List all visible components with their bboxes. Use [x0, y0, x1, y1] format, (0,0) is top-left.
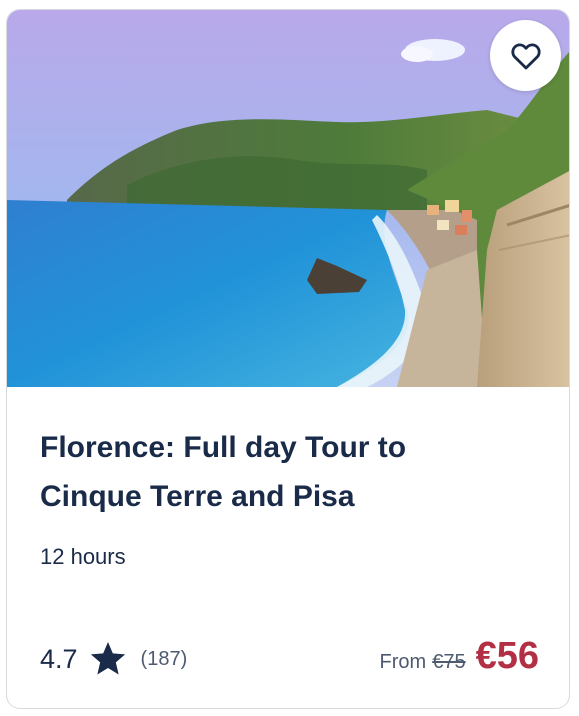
rating-row: 4.7 (187)	[40, 639, 187, 679]
card-body: Florence: Full day Tour to Cinque Terre …	[40, 387, 539, 708]
original-price: €75	[432, 651, 466, 673]
rating-value: 4.7	[40, 643, 78, 674]
tour-card[interactable]: Florence: Full day Tour to Cinque Terre …	[6, 9, 570, 709]
wishlist-button[interactable]	[490, 20, 561, 91]
price-prefix: From	[379, 651, 427, 673]
current-price: €56	[475, 635, 539, 677]
star-icon	[90, 642, 125, 675]
coastal-village-photo	[7, 10, 569, 387]
price-row: From €75 €56	[380, 635, 539, 678]
tour-duration: 12 hours	[40, 544, 126, 569]
review-count: (187)	[140, 647, 188, 670]
tour-image[interactable]	[7, 10, 569, 387]
heart-icon	[510, 42, 541, 69]
tour-title[interactable]: Florence: Full day Tour to Cinque Terre …	[40, 423, 460, 521]
